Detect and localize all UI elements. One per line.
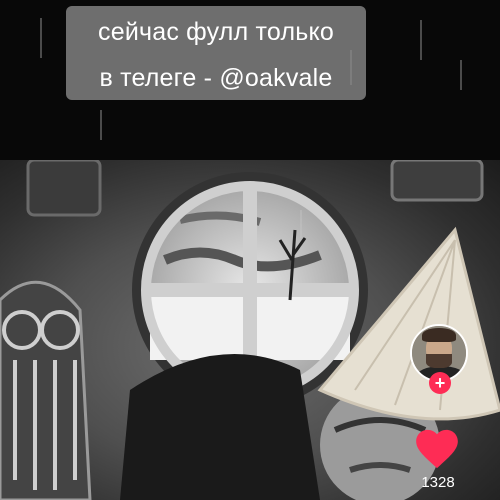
video-frame[interactable]: сейчас фулл только в телеге - @oakvale +… (0, 0, 500, 500)
caption-overlay: сейчас фулл только в телеге - @oakvale (66, 6, 366, 100)
avatar-beard (426, 354, 452, 368)
avatar-hair (422, 328, 456, 342)
heart-icon (416, 429, 458, 469)
rain-streak (300, 210, 302, 238)
plus-icon: + (434, 373, 446, 393)
like-count: 1328 (421, 474, 455, 491)
like-button[interactable]: 1328 (410, 424, 490, 500)
rain-streak (420, 20, 422, 60)
rain-streak (40, 18, 42, 58)
caption-line-2: в телеге - @oakvale (99, 64, 333, 92)
side-actions: + 1328 (410, 320, 500, 500)
rain-streak (460, 60, 462, 90)
caption-line-1: сейчас фулл только (98, 18, 334, 46)
rain-streak (100, 110, 102, 140)
follow-button[interactable]: + (429, 372, 451, 394)
